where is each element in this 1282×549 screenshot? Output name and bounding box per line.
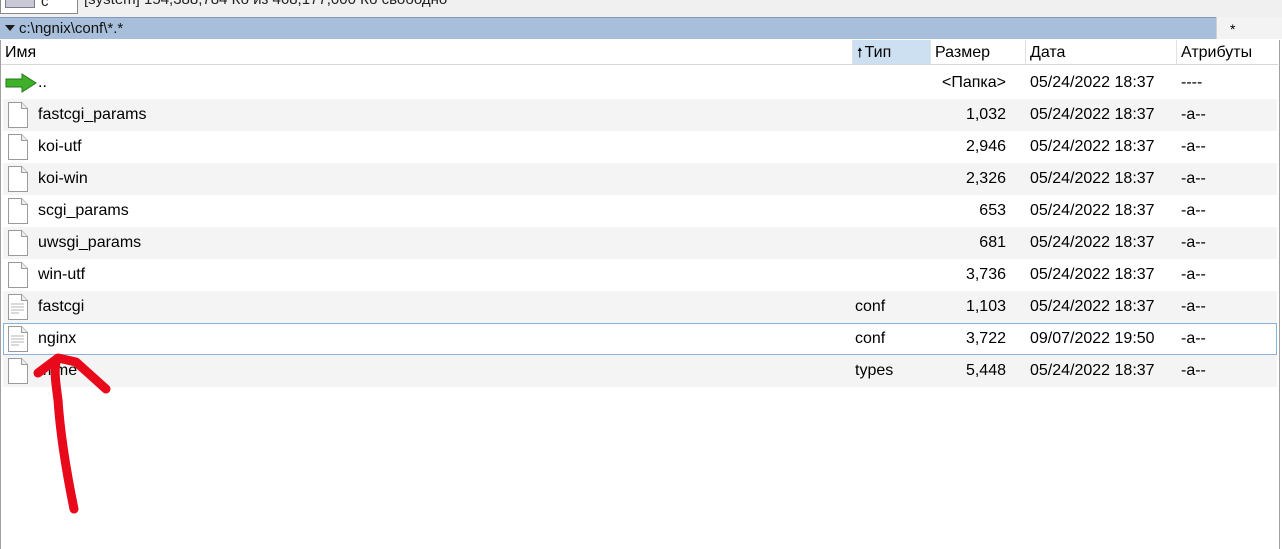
file-name: win-utf (38, 266, 86, 283)
drive-icon (5, 0, 35, 8)
file-size: 1,032 (965, 106, 1006, 123)
parent-folder-row[interactable]: .. <Папка> 05/24/2022 18:37 ---- (3, 67, 1277, 99)
column-size-label: Размер (935, 44, 990, 61)
file-name: .. (38, 74, 47, 91)
column-type[interactable]: 🠕 Тип (853, 40, 931, 64)
text-file-icon (8, 294, 28, 320)
file-manager-panel: c [system] 154,388,784 Кб из 468,177,000… (0, 0, 1282, 549)
column-date-label: Дата (1030, 44, 1066, 61)
file-name: koi-win (38, 170, 88, 187)
column-name[interactable]: Имя (1, 40, 853, 64)
file-date: 05/24/2022 18:37 (1030, 298, 1155, 315)
file-name: koi-utf (38, 138, 82, 155)
file-row[interactable]: win-utf 3,736 05/24/2022 18:37 -a-- (3, 259, 1277, 291)
file-date: 05/24/2022 18:37 (1030, 170, 1155, 187)
file-icon (8, 166, 28, 192)
file-size: 3,736 (965, 266, 1006, 283)
file-row[interactable]: mime types 5,448 05/24/2022 18:37 -a-- (3, 355, 1277, 387)
drive-info-bar: c [system] 154,388,784 Кб из 468,177,000… (0, 0, 1282, 17)
file-attributes: -a-- (1181, 202, 1206, 219)
chevron-down-icon[interactable] (5, 25, 15, 31)
file-attributes: -a-- (1181, 298, 1206, 315)
file-size: <Папка> (942, 74, 1006, 91)
file-date: 05/24/2022 18:37 (1030, 234, 1155, 251)
column-type-label: Тип (864, 44, 892, 61)
file-attributes: -a-- (1181, 138, 1206, 155)
file-name: fastcgi_params (38, 106, 147, 123)
column-date[interactable]: Дата (1026, 40, 1177, 64)
file-date: 05/24/2022 18:37 (1030, 362, 1155, 379)
file-date: 05/24/2022 18:37 (1030, 202, 1155, 219)
drive-selector[interactable]: c (0, 0, 78, 14)
sort-up-icon: 🠕 (857, 45, 863, 60)
file-row[interactable]: nginx conf 3,722 09/07/2022 19:50 -a-- (3, 323, 1277, 355)
text-file-icon (8, 326, 28, 352)
file-name: fastcgi (38, 298, 85, 315)
column-header: Имя 🠕 Тип Размер Дата Атрибуты (1, 40, 1278, 65)
file-size: 1,103 (965, 298, 1006, 315)
file-icon (8, 262, 28, 288)
column-size[interactable]: Размер (931, 40, 1026, 64)
file-size: 5,448 (965, 362, 1006, 379)
file-date: 05/24/2022 18:37 (1030, 266, 1155, 283)
file-row[interactable]: scgi_params 653 05/24/2022 18:37 -a-- (3, 195, 1277, 227)
file-name: scgi_params (38, 202, 129, 219)
file-attributes: -a-- (1181, 266, 1206, 283)
file-attributes: -a-- (1181, 362, 1206, 379)
filter-label: * (1230, 21, 1236, 37)
file-size: 3,722 (965, 330, 1006, 347)
file-size: 653 (979, 202, 1006, 219)
file-row[interactable]: koi-win 2,326 05/24/2022 18:37 -a-- (3, 163, 1277, 195)
column-attributes[interactable]: Атрибуты (1177, 40, 1278, 64)
file-attributes: -a-- (1181, 234, 1206, 251)
current-path: c:\ngnix\conf\*.* (19, 20, 124, 37)
disk-space-info: [system] 154,388,784 Кб из 468,177,000 К… (84, 0, 447, 8)
file-row[interactable]: fastcgi_params 1,032 05/24/2022 18:37 -a-- (3, 99, 1277, 131)
file-attributes: -a-- (1181, 106, 1206, 123)
file-attributes: -a-- (1181, 330, 1206, 347)
file-attributes: -a-- (1181, 170, 1206, 187)
file-icon (8, 102, 28, 128)
file-type: types (855, 362, 894, 379)
filter-button[interactable]: * (1216, 17, 1282, 39)
file-name: nginx (38, 330, 77, 347)
file-date: 05/24/2022 18:37 (1030, 106, 1155, 123)
file-row[interactable]: uwsgi_params 681 05/24/2022 18:37 -a-- (3, 227, 1277, 259)
file-rows: .. <Папка> 05/24/2022 18:37 ---- fastcgi_par… (3, 67, 1277, 387)
file-icon (8, 198, 28, 224)
file-name: mime (38, 362, 78, 379)
file-date: 05/24/2022 18:37 (1030, 74, 1155, 91)
file-type: conf (855, 330, 886, 347)
file-size: 681 (979, 234, 1006, 251)
file-size: 2,946 (965, 138, 1006, 155)
file-row[interactable]: fastcgi conf 1,103 05/24/2022 18:37 -a-- (3, 291, 1277, 323)
file-row[interactable]: koi-utf 2,946 05/24/2022 18:37 -a-- (3, 131, 1277, 163)
drive-letter: c (41, 0, 49, 10)
file-date: 09/07/2022 19:50 (1030, 330, 1155, 347)
column-name-label: Имя (5, 44, 37, 61)
file-icon (8, 134, 28, 160)
file-name: uwsgi_params (38, 234, 142, 251)
file-type: conf (855, 298, 886, 315)
up-arrow-icon (5, 73, 37, 93)
file-size: 2,326 (965, 170, 1006, 187)
column-attributes-label: Атрибуты (1181, 44, 1253, 61)
file-icon (8, 230, 28, 256)
file-attributes: ---- (1181, 74, 1203, 91)
path-bar[interactable]: c:\ngnix\conf\*.* (0, 17, 1216, 39)
file-icon (8, 358, 28, 384)
file-date: 05/24/2022 18:37 (1030, 138, 1155, 155)
